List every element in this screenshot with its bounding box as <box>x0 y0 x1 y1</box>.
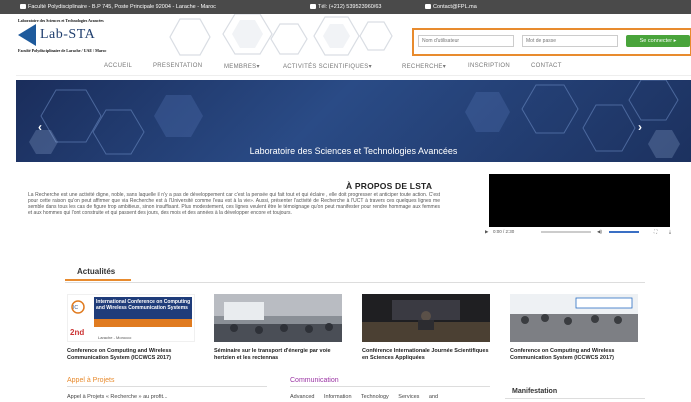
nav-item-contact[interactable]: CONTACT <box>531 63 562 69</box>
news-item[interactable]: IC 2nd Larache - Morocco International C… <box>67 294 195 362</box>
news-title[interactable]: Conference on Computing and Wireless Com… <box>67 348 195 362</box>
play-icon[interactable]: ▶ <box>485 229 488 235</box>
seminar-photo <box>214 294 342 342</box>
news-thumbnail[interactable] <box>362 294 490 342</box>
svg-text:2nd: 2nd <box>70 328 84 337</box>
video-progress-bar[interactable] <box>541 231 591 233</box>
nav-item-inscription[interactable]: INSCRIPTION <box>468 63 510 69</box>
nav-label: RECHERCHE <box>402 64 443 70</box>
ceremony-photo <box>510 294 638 342</box>
nav-label: MEMBRES <box>224 64 257 70</box>
logo-name: Lab-STA <box>40 27 96 42</box>
video-time: 0:00 / 2:30 <box>493 229 515 234</box>
volume-slider[interactable] <box>609 231 639 233</box>
nav-item-recherche[interactable]: RECHERCHE▾ <box>402 63 446 70</box>
video-controls: ▶ 0:00 / 2:30 ◀) ⛶ ⤓ <box>481 227 681 237</box>
logo-triangle-icon <box>18 24 36 46</box>
download-icon[interactable]: ⤓ <box>669 229 671 234</box>
top-info-bar: Faculté Polydisciplinaire - B.P 745, Pos… <box>0 0 691 14</box>
news-item[interactable]: Conférence Internationale Journée Scient… <box>362 294 490 362</box>
nav-item-membres[interactable]: MEMBRES▾ <box>224 63 260 70</box>
hexagon-decoration <box>169 14 393 56</box>
svg-text:IC: IC <box>73 305 78 311</box>
divider <box>65 282 645 283</box>
volume-icon[interactable]: ◀) <box>597 229 602 235</box>
appel-projets-item[interactable]: Appel à Projets « Recherche » au profit.… <box>67 394 168 400</box>
username-input[interactable] <box>418 35 514 47</box>
logo-top-text: Laboratoire des Sciences et Technologies… <box>18 18 104 23</box>
login-button-label: Se connecter <box>639 38 673 44</box>
about-text: La Recherche est une activité digne, nob… <box>28 192 440 216</box>
contact-text[interactable]: Contact@FPL.ma <box>433 4 477 10</box>
password-input[interactable] <box>522 35 618 47</box>
main-nav: ACCUEIL PRESENTATION MEMBRES▾ ACTIVITÉS … <box>16 60 691 76</box>
communication-title[interactable]: Communication <box>290 377 339 384</box>
site-header: Laboratoire des Sciences et Technologies… <box>0 14 691 60</box>
tab-actualites[interactable]: Actualités <box>65 265 131 281</box>
news-item[interactable]: Conference on Computing and Wireless Com… <box>510 294 638 362</box>
poster-text: International Conference on Computing an… <box>96 299 192 311</box>
poster-line: and Wireless Communication Systems <box>96 305 188 311</box>
mail-icon <box>425 4 431 9</box>
carousel-prev-icon[interactable]: ‹ <box>38 120 42 134</box>
nav-item-activites[interactable]: ACTIVITÉS SCIENTIFIQUES▾ <box>283 63 372 70</box>
login-form: Se connecter ▸ <box>412 28 691 56</box>
manifestation-title[interactable]: Manifestation <box>512 388 557 395</box>
video-player[interactable] <box>489 174 670 227</box>
phone-info: Tél: (+212) 539523960/63 <box>310 4 381 10</box>
news-title[interactable]: Conference on Computing and Wireless Com… <box>510 348 638 362</box>
divider <box>290 386 490 387</box>
login-button[interactable]: Se connecter ▸ <box>626 35 690 47</box>
appel-projets-title[interactable]: Appel à Projets <box>67 377 114 384</box>
news-thumbnail[interactable] <box>510 294 638 342</box>
about-title: À PROPOS DE LSTA <box>346 181 433 191</box>
communication-item[interactable]: Advanced Information Technology Services… <box>290 394 438 400</box>
fullscreen-icon[interactable]: ⛶ <box>654 229 657 234</box>
news-title[interactable]: Séminaire sur le transport d'énergie par… <box>214 348 342 362</box>
logo-bottom-text: Faculté Polydisciplinaire de Larache / U… <box>18 48 107 53</box>
home-icon <box>20 4 26 9</box>
divider <box>67 386 267 387</box>
news-title[interactable]: Conférence Internationale Journée Scient… <box>362 348 490 362</box>
phone-text: Tél: (+212) 539523960/63 <box>318 4 382 10</box>
svg-text:Larache - Morocco: Larache - Morocco <box>98 335 132 340</box>
carousel-dots <box>346 156 364 162</box>
carousel-next-icon[interactable]: › <box>638 120 642 134</box>
news-item[interactable]: Séminaire sur le transport d'énergie par… <box>214 294 342 362</box>
nav-item-accueil[interactable]: ACCUEIL <box>104 63 132 69</box>
carousel-caption: Laboratoire des Sciences et Technologies… <box>249 146 458 156</box>
contact-email[interactable]: Contact@FPL.ma <box>425 4 477 10</box>
tab-actualites-label: Actualités <box>77 267 116 276</box>
conference-photo <box>362 294 490 342</box>
nav-item-presentation[interactable]: PRESENTATION <box>153 63 202 69</box>
address-text: Faculté Polydisciplinaire - B.P 745, Pos… <box>28 4 216 10</box>
hero-carousel[interactable]: ‹ › Laboratoire des Sciences et Technolo… <box>16 80 691 162</box>
news-thumbnail[interactable]: IC 2nd Larache - Morocco International C… <box>67 294 195 342</box>
news-thumbnail[interactable] <box>214 294 342 342</box>
nav-label: ACTIVITÉS SCIENTIFIQUES <box>283 64 369 70</box>
address-info: Faculté Polydisciplinaire - B.P 745, Pos… <box>20 4 216 10</box>
site-logo[interactable]: Laboratoire des Sciences et Technologies… <box>16 16 140 56</box>
phone-icon <box>310 4 316 9</box>
divider <box>505 398 645 399</box>
